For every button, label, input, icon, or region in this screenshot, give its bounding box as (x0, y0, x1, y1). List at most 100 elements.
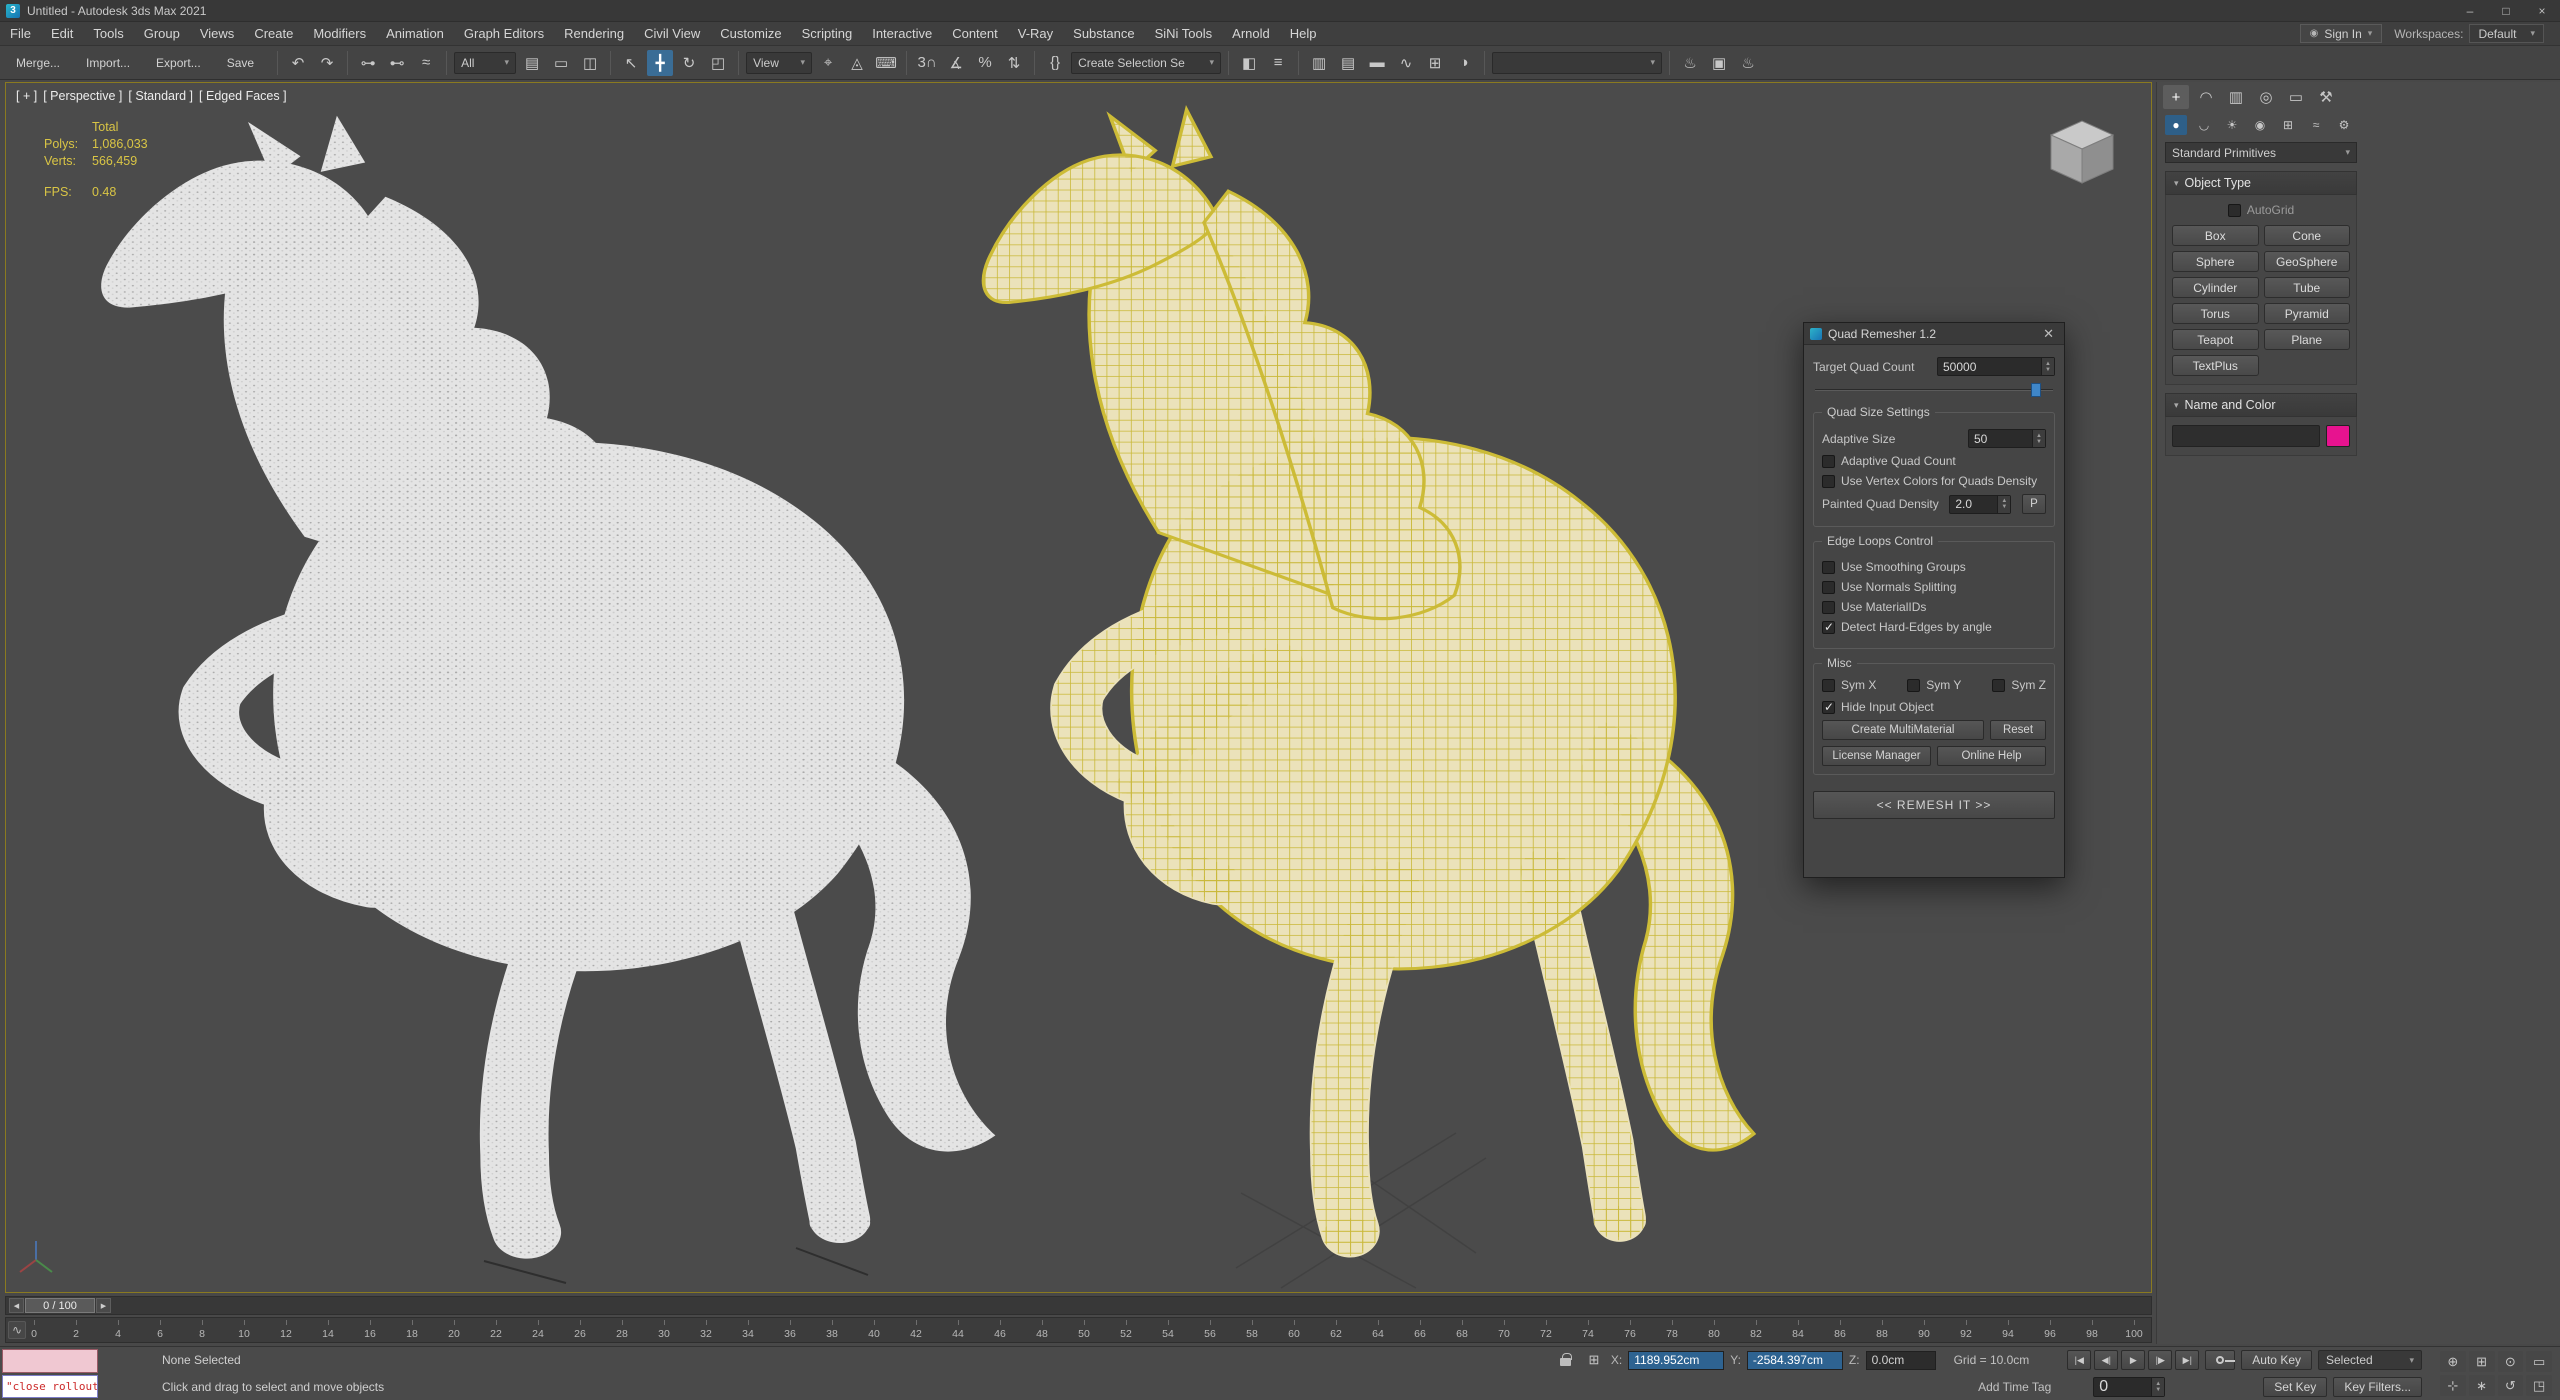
detect-hard-edges-checkbox[interactable]: Detect Hard-Edges by angle (1822, 620, 2046, 634)
use-smoothing-groups-checkbox[interactable]: Use Smoothing Groups (1822, 560, 2046, 574)
slider-handle[interactable] (2031, 383, 2041, 397)
snaps-toggle-icon[interactable]: 3∩ (914, 50, 940, 76)
menu-substance[interactable]: Substance (1063, 22, 1144, 45)
set-keys-button[interactable] (2205, 1350, 2235, 1370)
select-object-icon[interactable]: ↖ (618, 50, 644, 76)
primitive-textplus-button[interactable]: TextPlus (2172, 355, 2259, 376)
undo-icon[interactable]: ↶ (285, 50, 311, 76)
pan-icon[interactable]: ⊹ (2440, 1375, 2466, 1396)
adaptive-size-spinner[interactable]: ▲▼ (2032, 430, 2045, 447)
geometry-category[interactable]: ● (2165, 115, 2187, 135)
next-frame-button[interactable]: |▶ (2148, 1350, 2172, 1370)
quad-remesher-titlebar[interactable]: Quad Remesher 1.2 ✕ (1804, 323, 2064, 345)
online-help-button[interactable]: Online Help (1937, 746, 2046, 766)
close-button[interactable]: × (2524, 0, 2560, 21)
sym-z-checkbox[interactable]: Sym Z (1992, 678, 2046, 692)
target-quad-count-value[interactable]: 50000 (1938, 358, 2041, 375)
name-color-rollout-header[interactable]: ▾ Name and Color (2165, 393, 2357, 417)
z-coord-field[interactable]: 0.0cm (1866, 1351, 1936, 1370)
utilities-tab[interactable]: ⚒ (2313, 85, 2339, 109)
go-to-end-button[interactable]: ▶| (2175, 1350, 2199, 1370)
paint-density-button[interactable]: P (2022, 494, 2046, 514)
motion-tab[interactable]: ◎ (2253, 85, 2279, 109)
menu-rendering[interactable]: Rendering (554, 22, 634, 45)
primitive-geosphere-button[interactable]: GeoSphere (2264, 251, 2351, 272)
key-mode-dropdown[interactable]: Selected ▾ (2318, 1350, 2422, 1370)
walk-through-icon[interactable]: ∗ (2469, 1375, 2495, 1396)
select-and-link-icon[interactable]: ⊶ (355, 50, 381, 76)
use-normals-splitting-checkbox[interactable]: Use Normals Splitting (1822, 580, 2046, 594)
viewport-shading-menu[interactable]: [ Edged Faces ] (199, 89, 287, 103)
object-color-swatch[interactable] (2326, 425, 2350, 447)
shapes-category[interactable]: ◡ (2193, 115, 2215, 135)
zoom-all-icon[interactable]: ⊞ (2469, 1351, 2495, 1372)
keyboard-override-icon[interactable]: ⌨ (873, 50, 899, 76)
object-type-rollout-header[interactable]: ▾ Object Type (2165, 171, 2357, 195)
menu-content[interactable]: Content (942, 22, 1008, 45)
maximize-viewport-toggle-icon[interactable]: ◳ (2526, 1375, 2552, 1396)
select-and-move-icon[interactable]: ╋ (647, 50, 673, 76)
primitive-plane-button[interactable]: Plane (2264, 329, 2351, 350)
merge-button[interactable]: Merge... (8, 53, 68, 73)
primitive-box-button[interactable]: Box (2172, 225, 2259, 246)
selection-filter-dropdown[interactable]: All▾ (454, 52, 516, 74)
zoom-icon[interactable]: ⊕ (2440, 1351, 2466, 1372)
percent-snap-icon[interactable]: % (972, 50, 998, 76)
render-production-icon[interactable]: ♨ (1735, 50, 1761, 76)
go-to-start-button[interactable]: |◀ (2067, 1350, 2091, 1370)
reference-coordinate-dropdown[interactable]: View▾ (746, 52, 812, 74)
menu-help[interactable]: Help (1280, 22, 1327, 45)
angle-snap-icon[interactable]: ∡ (943, 50, 969, 76)
menu-graph-editors[interactable]: Graph Editors (454, 22, 554, 45)
workspaces-dropdown[interactable]: Default ▾ (2469, 24, 2544, 43)
auto-key-button[interactable]: Auto Key (2241, 1350, 2312, 1370)
align-icon[interactable]: ≡ (1265, 50, 1291, 76)
painted-quad-density-field[interactable]: 2.0 ▲▼ (1949, 495, 2011, 514)
selection-lock-toggle[interactable] (1555, 1350, 1577, 1370)
dialog-close-button[interactable]: ✕ (2039, 326, 2058, 342)
time-slider-thumb[interactable]: 0 / 100 (25, 1298, 95, 1313)
primitive-category-dropdown[interactable]: Standard Primitives ▾ (2165, 142, 2357, 163)
create-multimaterial-button[interactable]: Create MultiMaterial (1822, 720, 1984, 740)
painted-quad-density-spinner[interactable]: ▲▼ (1997, 496, 2010, 513)
reset-button[interactable]: Reset (1990, 720, 2046, 740)
hierarchy-tab[interactable]: ▥ (2223, 85, 2249, 109)
current-frame-spinner[interactable]: ▲▼ (2151, 1378, 2164, 1396)
retopologized-horse-model[interactable] (936, 91, 1806, 1281)
menu-sini-tools[interactable]: SiNi Tools (1145, 22, 1223, 45)
use-materialids-checkbox[interactable]: Use MaterialIDs (1822, 600, 2046, 614)
primitive-pyramid-button[interactable]: Pyramid (2264, 303, 2351, 324)
primitive-sphere-button[interactable]: Sphere (2172, 251, 2259, 272)
macro-recorder-field[interactable] (2, 1349, 98, 1373)
mirror-icon[interactable]: ◧ (1236, 50, 1262, 76)
toggle-layer-explorer-icon[interactable]: ▤ (1335, 50, 1361, 76)
add-time-tag[interactable]: Add Time Tag (1978, 1380, 2051, 1394)
bind-to-space-warp-icon[interactable]: ≈ (413, 50, 439, 76)
current-frame-field[interactable]: 0 ▲▼ (2093, 1377, 2165, 1397)
select-and-manipulate-icon[interactable]: ◬ (844, 50, 870, 76)
time-forward-button[interactable]: ▶ (96, 1298, 111, 1313)
lights-category[interactable]: ☀ (2221, 115, 2243, 135)
orbit-icon[interactable]: ↺ (2498, 1375, 2524, 1396)
menu-file[interactable]: File (0, 22, 41, 45)
helpers-category[interactable]: ⊞ (2277, 115, 2299, 135)
primitive-torus-button[interactable]: Torus (2172, 303, 2259, 324)
spinner-snap-icon[interactable]: ⇅ (1001, 50, 1027, 76)
window-crossing-icon[interactable]: ◫ (577, 50, 603, 76)
menu-interactive[interactable]: Interactive (862, 22, 942, 45)
schematic-view-icon[interactable]: ⊞ (1422, 50, 1448, 76)
viewport-standard-menu[interactable]: [ Standard ] (128, 89, 193, 103)
painted-quad-density-value[interactable]: 2.0 (1950, 496, 1997, 513)
menu-animation[interactable]: Animation (376, 22, 454, 45)
dense-mesh-horse-model[interactable] (46, 97, 1056, 1282)
modify-tab[interactable]: ◠ (2193, 85, 2219, 109)
use-pivot-center-icon[interactable]: ⌖ (815, 50, 841, 76)
play-button[interactable]: ▶ (2121, 1350, 2145, 1370)
named-selection-sets-combo[interactable]: ▾ (1492, 52, 1662, 74)
create-tab[interactable]: + (2163, 85, 2189, 109)
cameras-category[interactable]: ◉ (2249, 115, 2271, 135)
display-tab[interactable]: ▭ (2283, 85, 2309, 109)
minimize-button[interactable]: – (2452, 0, 2488, 21)
redo-icon[interactable]: ↷ (314, 50, 340, 76)
curve-editor-icon[interactable]: ∿ (1393, 50, 1419, 76)
